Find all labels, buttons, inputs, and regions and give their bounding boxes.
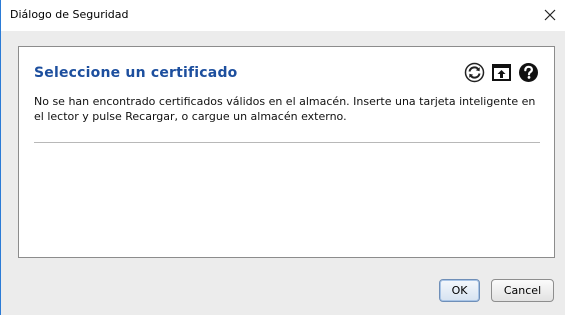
- window-title: Diálogo de Seguridad: [10, 8, 129, 21]
- certificate-panel: Seleccione un certificado No se han enco…: [18, 46, 555, 258]
- panel-toolbar: [464, 62, 539, 83]
- status-message: No se han encontrado certificados válido…: [34, 95, 536, 123]
- help-icon[interactable]: [518, 62, 539, 83]
- title-bar[interactable]: Diálogo de Seguridad: [1, 0, 565, 31]
- close-icon[interactable]: [539, 4, 561, 26]
- cancel-button[interactable]: Cancel: [491, 279, 554, 302]
- reload-icon[interactable]: [464, 62, 485, 83]
- ok-button[interactable]: OK: [439, 279, 480, 302]
- panel-heading: Seleccione un certificado: [34, 65, 238, 81]
- divider: [34, 142, 540, 143]
- open-store-icon[interactable]: [491, 62, 512, 83]
- security-dialog-window: Diálogo de Seguridad Seleccione un certi…: [0, 0, 565, 315]
